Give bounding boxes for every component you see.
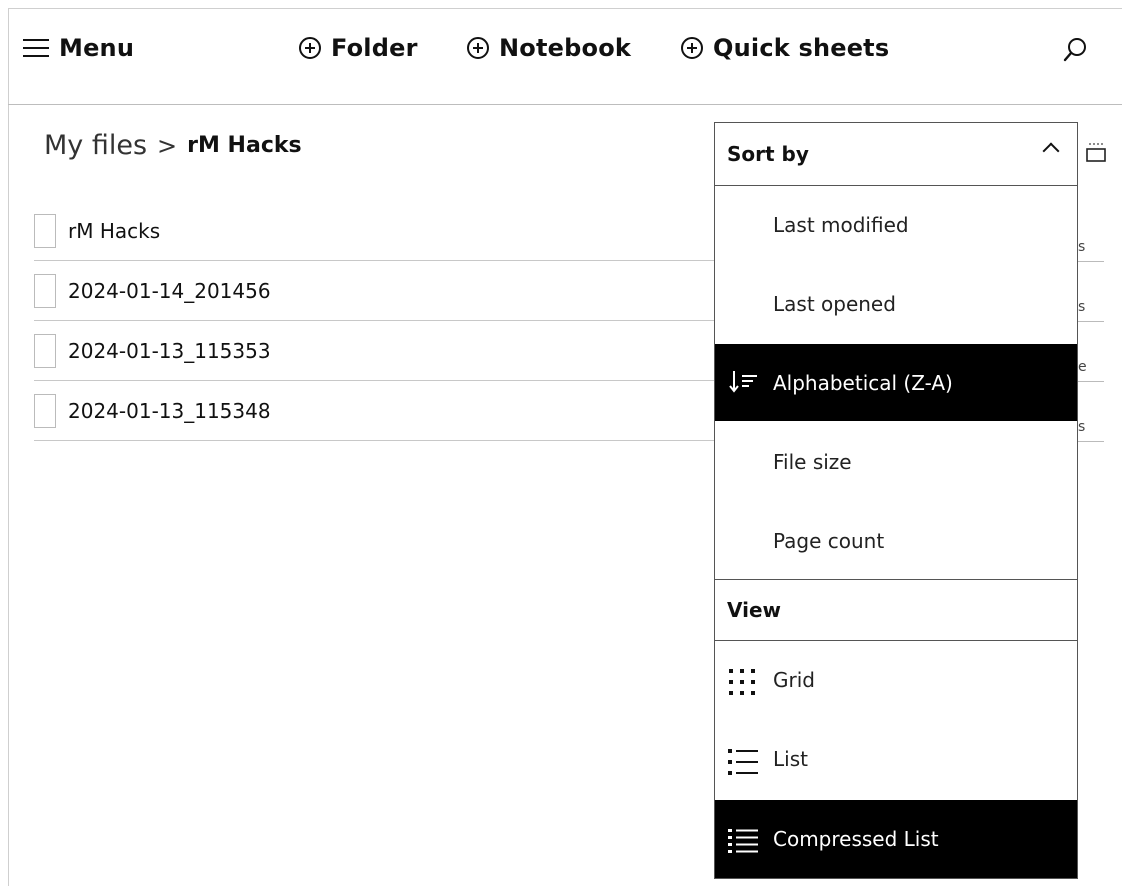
file-thumbnail <box>34 393 56 428</box>
sort-option-file-size[interactable]: File size <box>715 423 1077 500</box>
compressed-list-icon <box>728 829 758 853</box>
file-meta-fragment: s <box>1078 419 1086 435</box>
frame-left-border <box>8 8 9 886</box>
view-option-grid[interactable]: Grid <box>715 641 1077 719</box>
sort-option-page-count[interactable]: Page count <box>715 502 1077 579</box>
file-row[interactable]: 2024-01-13_115348 <box>34 381 734 441</box>
sort-option-last-opened[interactable]: Last opened <box>715 265 1077 342</box>
search-button[interactable] <box>1062 36 1088 68</box>
menu-label: Menu <box>59 34 135 62</box>
search-icon <box>1063 38 1086 62</box>
grid-icon <box>729 669 755 695</box>
sort-option-label: Alphabetical (Z-A) <box>773 370 953 395</box>
notebook-label: Notebook <box>499 34 632 62</box>
view-label: View <box>727 598 782 622</box>
breadcrumb: My files > rM Hacks <box>44 130 302 161</box>
file-meta-fragment: s <box>1078 239 1086 255</box>
quick-sheets-label: Quick sheets <box>713 34 890 62</box>
chevron-up-icon <box>1042 142 1060 160</box>
view-option-label: Compressed List <box>773 827 939 851</box>
sort-by-header[interactable]: Sort by <box>715 123 1077 186</box>
breadcrumb-separator: > <box>157 131 178 160</box>
new-folder-button[interactable]: Folder <box>299 34 418 62</box>
row-divider-fragment <box>1078 381 1104 382</box>
menu-button[interactable]: Menu <box>23 34 134 62</box>
file-meta-fragment: e <box>1078 359 1087 375</box>
view-option-label: List <box>773 747 808 771</box>
breadcrumb-root[interactable]: My files <box>44 130 147 161</box>
sort-option-label: Page count <box>773 528 885 553</box>
breadcrumb-current: rM Hacks <box>187 133 302 158</box>
row-divider-fragment <box>1078 441 1104 442</box>
file-thumbnail <box>34 333 56 368</box>
view-option-compressed-list[interactable]: Compressed List <box>715 800 1077 878</box>
sort-option-alphabetical[interactable]: Alphabetical (Z-A) <box>715 344 1077 421</box>
file-list: rM Hacks 2024-01-14_201456 2024-01-13_11… <box>34 202 734 441</box>
file-row[interactable]: 2024-01-14_201456 <box>34 261 734 321</box>
folder-label: Folder <box>331 34 418 62</box>
plus-circle-icon <box>299 37 321 59</box>
top-toolbar: Menu Folder Notebook Quick sheets <box>9 9 1122 104</box>
file-row[interactable]: 2024-01-13_115353 <box>34 321 734 381</box>
view-option-label: Grid <box>773 668 815 692</box>
file-thumbnail <box>34 273 56 308</box>
file-name: 2024-01-13_115353 <box>68 338 271 363</box>
list-icon <box>728 749 758 775</box>
sort-option-last-modified[interactable]: Last modified <box>715 186 1077 263</box>
sort-by-label: Sort by <box>727 142 809 166</box>
row-divider-fragment <box>1078 261 1104 262</box>
view-option-list[interactable]: List <box>715 720 1077 798</box>
hamburger-icon <box>23 38 49 58</box>
new-notebook-button[interactable]: Notebook <box>467 34 631 62</box>
file-meta-fragment: s <box>1078 299 1086 315</box>
row-divider-fragment <box>1078 321 1104 322</box>
plus-circle-icon <box>681 37 703 59</box>
sort-option-label: File size <box>773 449 852 474</box>
plus-circle-icon <box>467 37 489 59</box>
sort-view-dropdown: Sort by Last modified Last opened Alphab… <box>714 122 1078 879</box>
file-thumbnail <box>34 214 56 248</box>
file-name: 2024-01-13_115348 <box>68 398 271 423</box>
file-name: 2024-01-14_201456 <box>68 278 271 303</box>
file-row[interactable]: rM Hacks <box>34 202 734 261</box>
sort-option-label: Last modified <box>773 212 909 237</box>
view-mode-icon[interactable] <box>1085 141 1107 163</box>
file-name: rM Hacks <box>68 219 161 243</box>
toolbar-divider <box>8 104 1122 105</box>
view-section-header: View <box>715 579 1077 641</box>
new-quick-sheets-button[interactable]: Quick sheets <box>681 34 889 62</box>
sort-option-label: Last opened <box>773 291 896 316</box>
sort-descending-icon <box>729 371 757 393</box>
